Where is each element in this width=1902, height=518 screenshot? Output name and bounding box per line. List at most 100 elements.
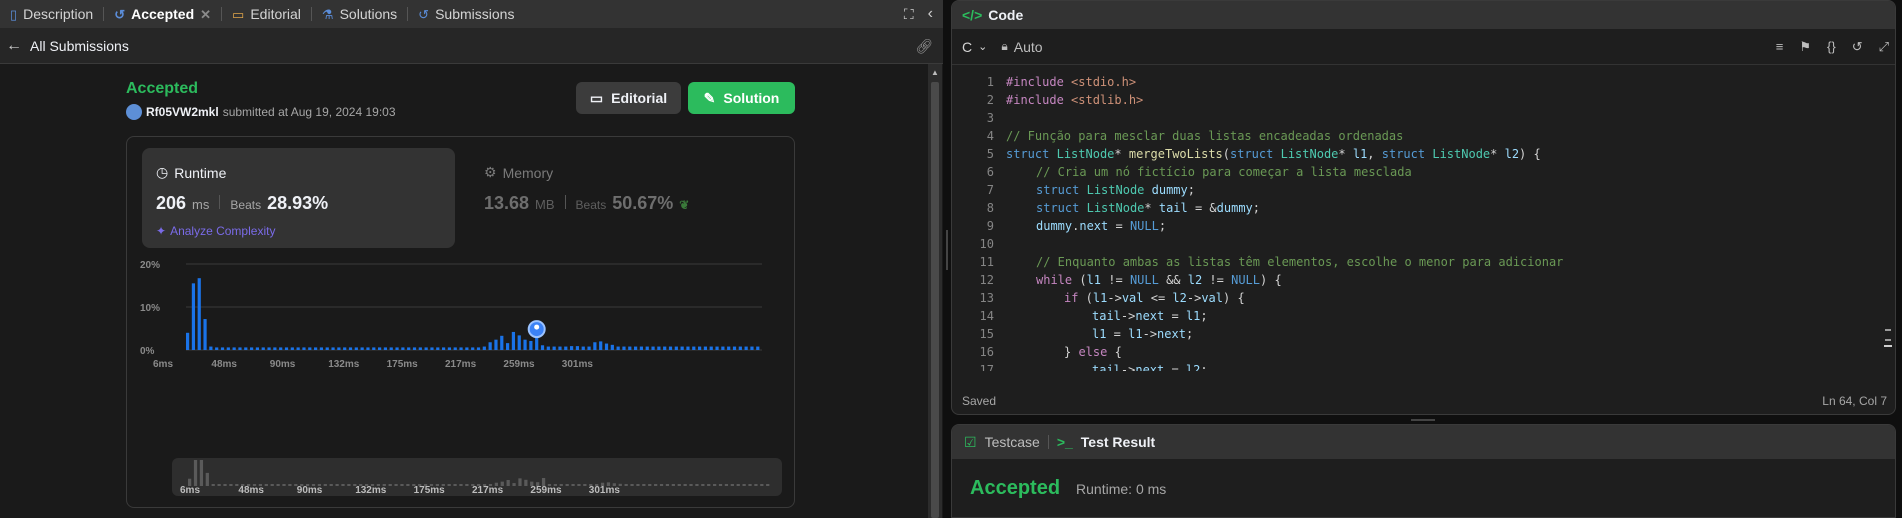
chart-bar[interactable] bbox=[191, 283, 196, 350]
chart-bar[interactable] bbox=[279, 347, 283, 350]
chart-bar[interactable] bbox=[540, 345, 545, 350]
chart-bar[interactable] bbox=[418, 347, 422, 350]
chart-bar[interactable] bbox=[692, 346, 696, 350]
chart-bar[interactable] bbox=[424, 347, 428, 350]
tab-solutions[interactable]: ⚗ Solutions bbox=[312, 0, 407, 28]
chart-bar[interactable] bbox=[261, 347, 265, 350]
chart-bar[interactable] bbox=[290, 347, 294, 350]
chart-bar[interactable] bbox=[628, 346, 632, 350]
chart-bar[interactable] bbox=[698, 346, 702, 350]
chart-bar[interactable] bbox=[715, 346, 719, 350]
chart-bar[interactable] bbox=[244, 347, 248, 350]
tab-description[interactable]: ▯ Description bbox=[0, 0, 103, 28]
link-icon[interactable]: 🔗︎ bbox=[915, 38, 933, 55]
chart-bar[interactable] bbox=[680, 346, 684, 350]
chart-bar[interactable] bbox=[296, 347, 300, 350]
chart-bar[interactable] bbox=[366, 347, 370, 350]
chart-bar[interactable] bbox=[238, 347, 242, 350]
chart-bar[interactable] bbox=[215, 347, 219, 350]
chart-bar[interactable] bbox=[325, 347, 329, 350]
chart-bar[interactable] bbox=[197, 278, 201, 350]
chart-bar[interactable] bbox=[337, 347, 341, 350]
chart-bar[interactable] bbox=[645, 346, 649, 350]
tab-submissions[interactable]: ↺ Submissions bbox=[408, 0, 524, 28]
chart-bar[interactable] bbox=[465, 347, 469, 350]
chart-bar[interactable] bbox=[442, 347, 446, 350]
chart-bar[interactable] bbox=[395, 347, 399, 350]
chart-bar[interactable] bbox=[314, 347, 318, 350]
chart-bar[interactable] bbox=[570, 346, 574, 350]
chart-bar[interactable] bbox=[575, 346, 580, 350]
chart-bar[interactable] bbox=[581, 346, 585, 350]
chart-bar[interactable] bbox=[482, 346, 486, 350]
chart-bar[interactable] bbox=[511, 331, 516, 350]
pane-divider[interactable] bbox=[943, 0, 951, 518]
chart-bar[interactable] bbox=[663, 346, 667, 350]
chart-bar[interactable] bbox=[709, 346, 713, 350]
chart-bar[interactable] bbox=[471, 347, 475, 350]
braces-icon[interactable]: {} bbox=[1827, 39, 1836, 55]
chart-bar[interactable] bbox=[302, 347, 306, 350]
left-scrollbar[interactable]: ▲ bbox=[928, 64, 942, 518]
close-icon[interactable]: ✕ bbox=[200, 8, 211, 21]
chart-bar[interactable] bbox=[348, 347, 353, 350]
code-editor[interactable]: 1 #include <stdio.h> 2 #include <stdlib.h>… bbox=[952, 71, 1895, 371]
all-submissions-link[interactable]: All Submissions bbox=[30, 38, 129, 54]
chart-bar[interactable] bbox=[506, 343, 510, 350]
chart-bar[interactable] bbox=[634, 346, 638, 350]
chart-range-slider[interactable]: 6ms 48ms 90ms 132ms 175ms 217ms 259ms 301ms bbox=[172, 458, 782, 496]
chart-bar[interactable] bbox=[308, 347, 312, 350]
solution-button[interactable]: ✎ Solution bbox=[688, 82, 795, 114]
chart-bar[interactable] bbox=[703, 346, 708, 350]
chart-bar[interactable] bbox=[378, 347, 382, 350]
chart-bar[interactable] bbox=[732, 346, 737, 350]
chart-bar[interactable] bbox=[517, 335, 521, 350]
tab-testcase[interactable]: Testcase bbox=[985, 434, 1040, 450]
maximize-icon[interactable]: ⛶ bbox=[904, 7, 914, 21]
chart-bar[interactable] bbox=[558, 346, 562, 350]
chart-bar[interactable] bbox=[209, 346, 213, 350]
chart-bar[interactable] bbox=[529, 340, 533, 350]
chart-bar[interactable] bbox=[552, 346, 556, 350]
chart-bar[interactable] bbox=[668, 346, 673, 350]
tab-test-result[interactable]: Test Result bbox=[1081, 434, 1155, 450]
chart-bar[interactable] bbox=[447, 347, 452, 350]
reset-icon[interactable]: ↺ bbox=[1852, 39, 1863, 55]
chart-bar[interactable] bbox=[639, 346, 644, 350]
editorial-button[interactable]: ▭ Editorial bbox=[576, 82, 681, 114]
chart-bar[interactable] bbox=[750, 346, 754, 350]
chart-bar[interactable] bbox=[220, 347, 225, 350]
chart-bar[interactable] bbox=[203, 319, 207, 350]
chart-bar[interactable] bbox=[226, 347, 230, 350]
expand-icon[interactable]: ⤢ bbox=[1879, 39, 1889, 55]
chart-bar[interactable] bbox=[604, 343, 609, 350]
author-name[interactable]: Rf05VW2mkl bbox=[146, 105, 219, 119]
chart-bar[interactable] bbox=[657, 346, 661, 350]
chart-bar[interactable] bbox=[459, 347, 463, 350]
chart-bar[interactable] bbox=[331, 347, 335, 350]
chart-bar[interactable] bbox=[354, 347, 358, 350]
chart-bar[interactable] bbox=[564, 346, 568, 350]
chart-bar[interactable] bbox=[401, 347, 405, 350]
chart-bar[interactable] bbox=[756, 346, 760, 350]
auto-mode[interactable]: 🔒︎ Auto bbox=[1001, 39, 1042, 55]
chart-bar[interactable] bbox=[407, 347, 411, 350]
arrow-left-icon[interactable]: ← bbox=[6, 37, 22, 55]
tab-accepted[interactable]: ↺ Accepted ✕ bbox=[104, 0, 221, 28]
chart-bar[interactable] bbox=[686, 346, 690, 350]
chart-bar[interactable] bbox=[500, 335, 504, 350]
chart-bar[interactable] bbox=[372, 347, 376, 350]
memory-title[interactable]: ⚙ Memory bbox=[484, 164, 553, 181]
chart-bar[interactable] bbox=[389, 347, 393, 350]
analyze-complexity-link[interactable]: ✦ Analyze Complexity bbox=[156, 224, 275, 238]
chart-bar[interactable] bbox=[343, 347, 347, 350]
avatar[interactable] bbox=[126, 104, 142, 120]
chart-bar[interactable] bbox=[255, 347, 260, 350]
chart-bar[interactable] bbox=[727, 346, 731, 350]
chart-bar[interactable] bbox=[430, 347, 434, 350]
chart-bar[interactable] bbox=[610, 344, 614, 350]
chart-bar[interactable] bbox=[721, 346, 725, 350]
chart-bar[interactable] bbox=[674, 346, 678, 350]
chart-bar[interactable] bbox=[232, 347, 236, 350]
chart-bar[interactable] bbox=[267, 347, 271, 350]
